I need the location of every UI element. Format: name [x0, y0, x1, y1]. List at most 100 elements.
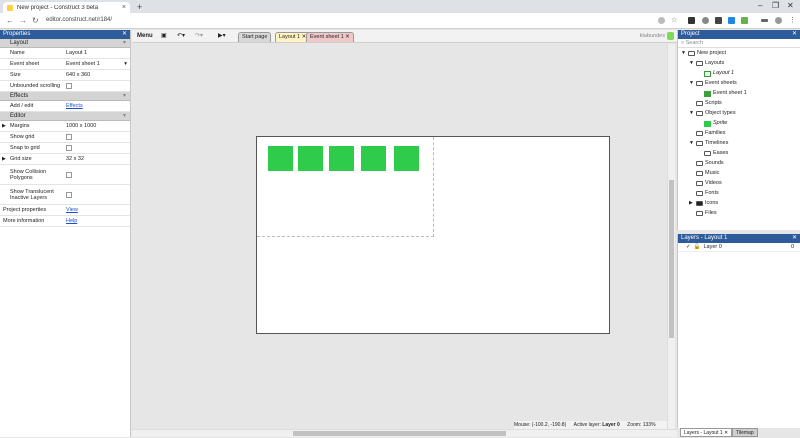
close-icon[interactable]: ✕: [792, 30, 797, 39]
redo-icon[interactable]: ↷▾: [195, 32, 203, 41]
close-icon[interactable]: ✕: [724, 430, 728, 436]
sprite-instance[interactable]: [361, 146, 386, 171]
tree-item-files[interactable]: Files: [696, 209, 717, 218]
close-tab-icon[interactable]: ×: [122, 4, 126, 11]
tree-item-timelines[interactable]: ▼ Timelines: [689, 139, 728, 148]
extension-icon[interactable]: [715, 17, 722, 24]
section-editor[interactable]: Editor ▾: [0, 112, 130, 121]
extension-icon[interactable]: [688, 17, 695, 24]
extension-icon[interactable]: [702, 17, 709, 24]
prop-row-snap-to-grid[interactable]: Snap to grid: [0, 143, 130, 154]
tree-label: New project: [697, 50, 727, 56]
prop-row-grid-size[interactable]: ▶ Grid size 32 x 32: [0, 154, 130, 165]
tab-layers[interactable]: Layers - Layout 1 ✕: [680, 428, 733, 437]
new-tab-icon[interactable]: +: [137, 2, 142, 12]
show-translucent-layers-checkbox[interactable]: [66, 191, 72, 198]
name-field[interactable]: Layout 1: [64, 48, 130, 58]
scrollbar-thumb[interactable]: [669, 180, 674, 338]
prop-row-size[interactable]: Size 640 x 360: [0, 70, 130, 81]
scrollbar-thumb[interactable]: [293, 431, 506, 436]
prop-row-name[interactable]: Name Layout 1: [0, 48, 130, 59]
tree-item-layout-1[interactable]: Layout 1: [704, 69, 734, 78]
prop-row-show-collision-polygons[interactable]: Show Collision Polygons: [0, 165, 130, 185]
snap-to-grid-checkbox[interactable]: [66, 145, 72, 151]
restore-icon[interactable]: ❐: [772, 1, 779, 11]
tree-item-icons[interactable]: ▶ Icons: [689, 199, 718, 208]
tab-tilemap[interactable]: Tilemap: [732, 428, 758, 437]
tree-item-layouts[interactable]: ▼ Layouts: [689, 59, 724, 68]
layout-area[interactable]: [256, 136, 610, 334]
extension-icon[interactable]: [658, 17, 665, 24]
tree-item-event-sheet-1[interactable]: Event sheet 1: [704, 89, 747, 98]
extension-icon[interactable]: [741, 17, 748, 24]
browser-menu-icon[interactable]: ⋮: [789, 17, 796, 24]
sprite-instance[interactable]: [268, 146, 293, 171]
menu-button[interactable]: Menu: [137, 32, 153, 41]
sprite-instance[interactable]: [394, 146, 419, 171]
tree-item-eases[interactable]: Eases: [704, 149, 728, 158]
event-sheet-select[interactable]: Event sheet 1 ▾: [64, 59, 130, 69]
tree-item-object-types[interactable]: ▼ Object types: [689, 109, 736, 118]
lock-icon[interactable]: 🔓: [694, 243, 701, 252]
expand-triangle-icon[interactable]: ▶: [2, 156, 6, 162]
prop-row-show-translucent-inactive-layers[interactable]: Show Translucent Inactive Layers: [0, 185, 130, 205]
size-field[interactable]: 640 x 360: [64, 70, 130, 80]
tree-item-videos[interactable]: Videos: [696, 179, 722, 188]
project-search-input[interactable]: ⌕ Search: [678, 39, 800, 48]
browser-tab[interactable]: New project - Construct 3 beta ×: [3, 2, 130, 13]
prop-row-margins[interactable]: ▶ Margins 1000 x 1000: [0, 121, 130, 132]
margins-field[interactable]: 1000 x 1000: [64, 121, 130, 131]
close-window-icon[interactable]: ✕: [787, 1, 794, 11]
tree-item-music[interactable]: Music: [696, 169, 719, 178]
username[interactable]: ktabundes: [640, 33, 665, 39]
visibility-check-icon[interactable]: ✓: [686, 243, 691, 252]
url-field[interactable]: editor.construct.net/r184/: [46, 17, 112, 23]
sprite-instance[interactable]: [298, 146, 323, 171]
tree-item-event-sheets[interactable]: ▼ Event sheets: [689, 79, 737, 88]
unbounded-scrolling-checkbox[interactable]: [66, 83, 72, 89]
tree-item-families[interactable]: Families: [696, 129, 725, 138]
close-icon[interactable]: ✕: [122, 30, 127, 39]
tree-item-scripts[interactable]: Scripts: [696, 99, 722, 108]
grid-size-field[interactable]: 32 x 32: [64, 154, 130, 164]
undo-icon[interactable]: ↶▾: [177, 32, 185, 41]
expand-triangle-icon[interactable]: ▶: [2, 123, 6, 129]
tree-item-fonts[interactable]: Fonts: [696, 189, 719, 198]
help-link[interactable]: Help: [66, 218, 77, 224]
prop-row-event-sheet[interactable]: Event sheet Event sheet 1 ▾: [0, 59, 130, 70]
key-icon[interactable]: [761, 19, 768, 22]
view-link[interactable]: View: [66, 207, 78, 213]
save-icon[interactable]: ▣: [161, 32, 167, 41]
layer-row[interactable]: ✓ 🔓 Layer 0 0: [678, 243, 800, 252]
close-icon[interactable]: ✕: [345, 34, 350, 40]
forward-icon[interactable]: →: [19, 16, 27, 26]
prop-row-show-grid[interactable]: Show grid: [0, 132, 130, 143]
minimize-icon[interactable]: –: [758, 1, 762, 11]
section-effects[interactable]: Effects ▾: [0, 92, 130, 101]
back-icon[interactable]: ←: [6, 16, 14, 26]
vertical-scrollbar[interactable]: [667, 44, 675, 429]
tab-layout-1[interactable]: Layout 1 ✕: [275, 32, 311, 42]
prop-row-unbounded-scrolling[interactable]: Unbounded scrolling: [0, 81, 130, 92]
preview-play-icon[interactable]: ▶▾: [218, 32, 226, 41]
effects-link[interactable]: Effects: [66, 103, 83, 109]
tab-event-sheet-1[interactable]: Event sheet 1 ✕: [306, 32, 354, 42]
tree-item-sounds[interactable]: Sounds: [696, 159, 724, 168]
tab-start-page[interactable]: Start page: [238, 32, 272, 42]
layout-view[interactable]: [132, 44, 667, 429]
prop-row-add-edit: Add / edit Effects: [0, 101, 130, 112]
tree-item-new-project[interactable]: ▼ New project: [681, 49, 726, 58]
sprite-instance[interactable]: [329, 146, 354, 171]
user-avatar[interactable]: [667, 32, 674, 40]
tree-item-sprite[interactable]: Sprite: [704, 119, 727, 128]
section-layout[interactable]: Layout ▾: [0, 39, 130, 48]
horizontal-scrollbar[interactable]: [132, 429, 677, 437]
tree-label: Music: [705, 170, 720, 176]
project-panel-header: Project ✕: [678, 30, 800, 39]
reload-icon[interactable]: ↻: [32, 16, 39, 26]
profile-avatar[interactable]: [775, 17, 782, 24]
bookmark-star-icon[interactable]: ☆: [671, 17, 678, 24]
show-collision-polygons-checkbox[interactable]: [66, 171, 72, 178]
extension-icon[interactable]: [728, 17, 735, 24]
show-grid-checkbox[interactable]: [66, 134, 72, 140]
